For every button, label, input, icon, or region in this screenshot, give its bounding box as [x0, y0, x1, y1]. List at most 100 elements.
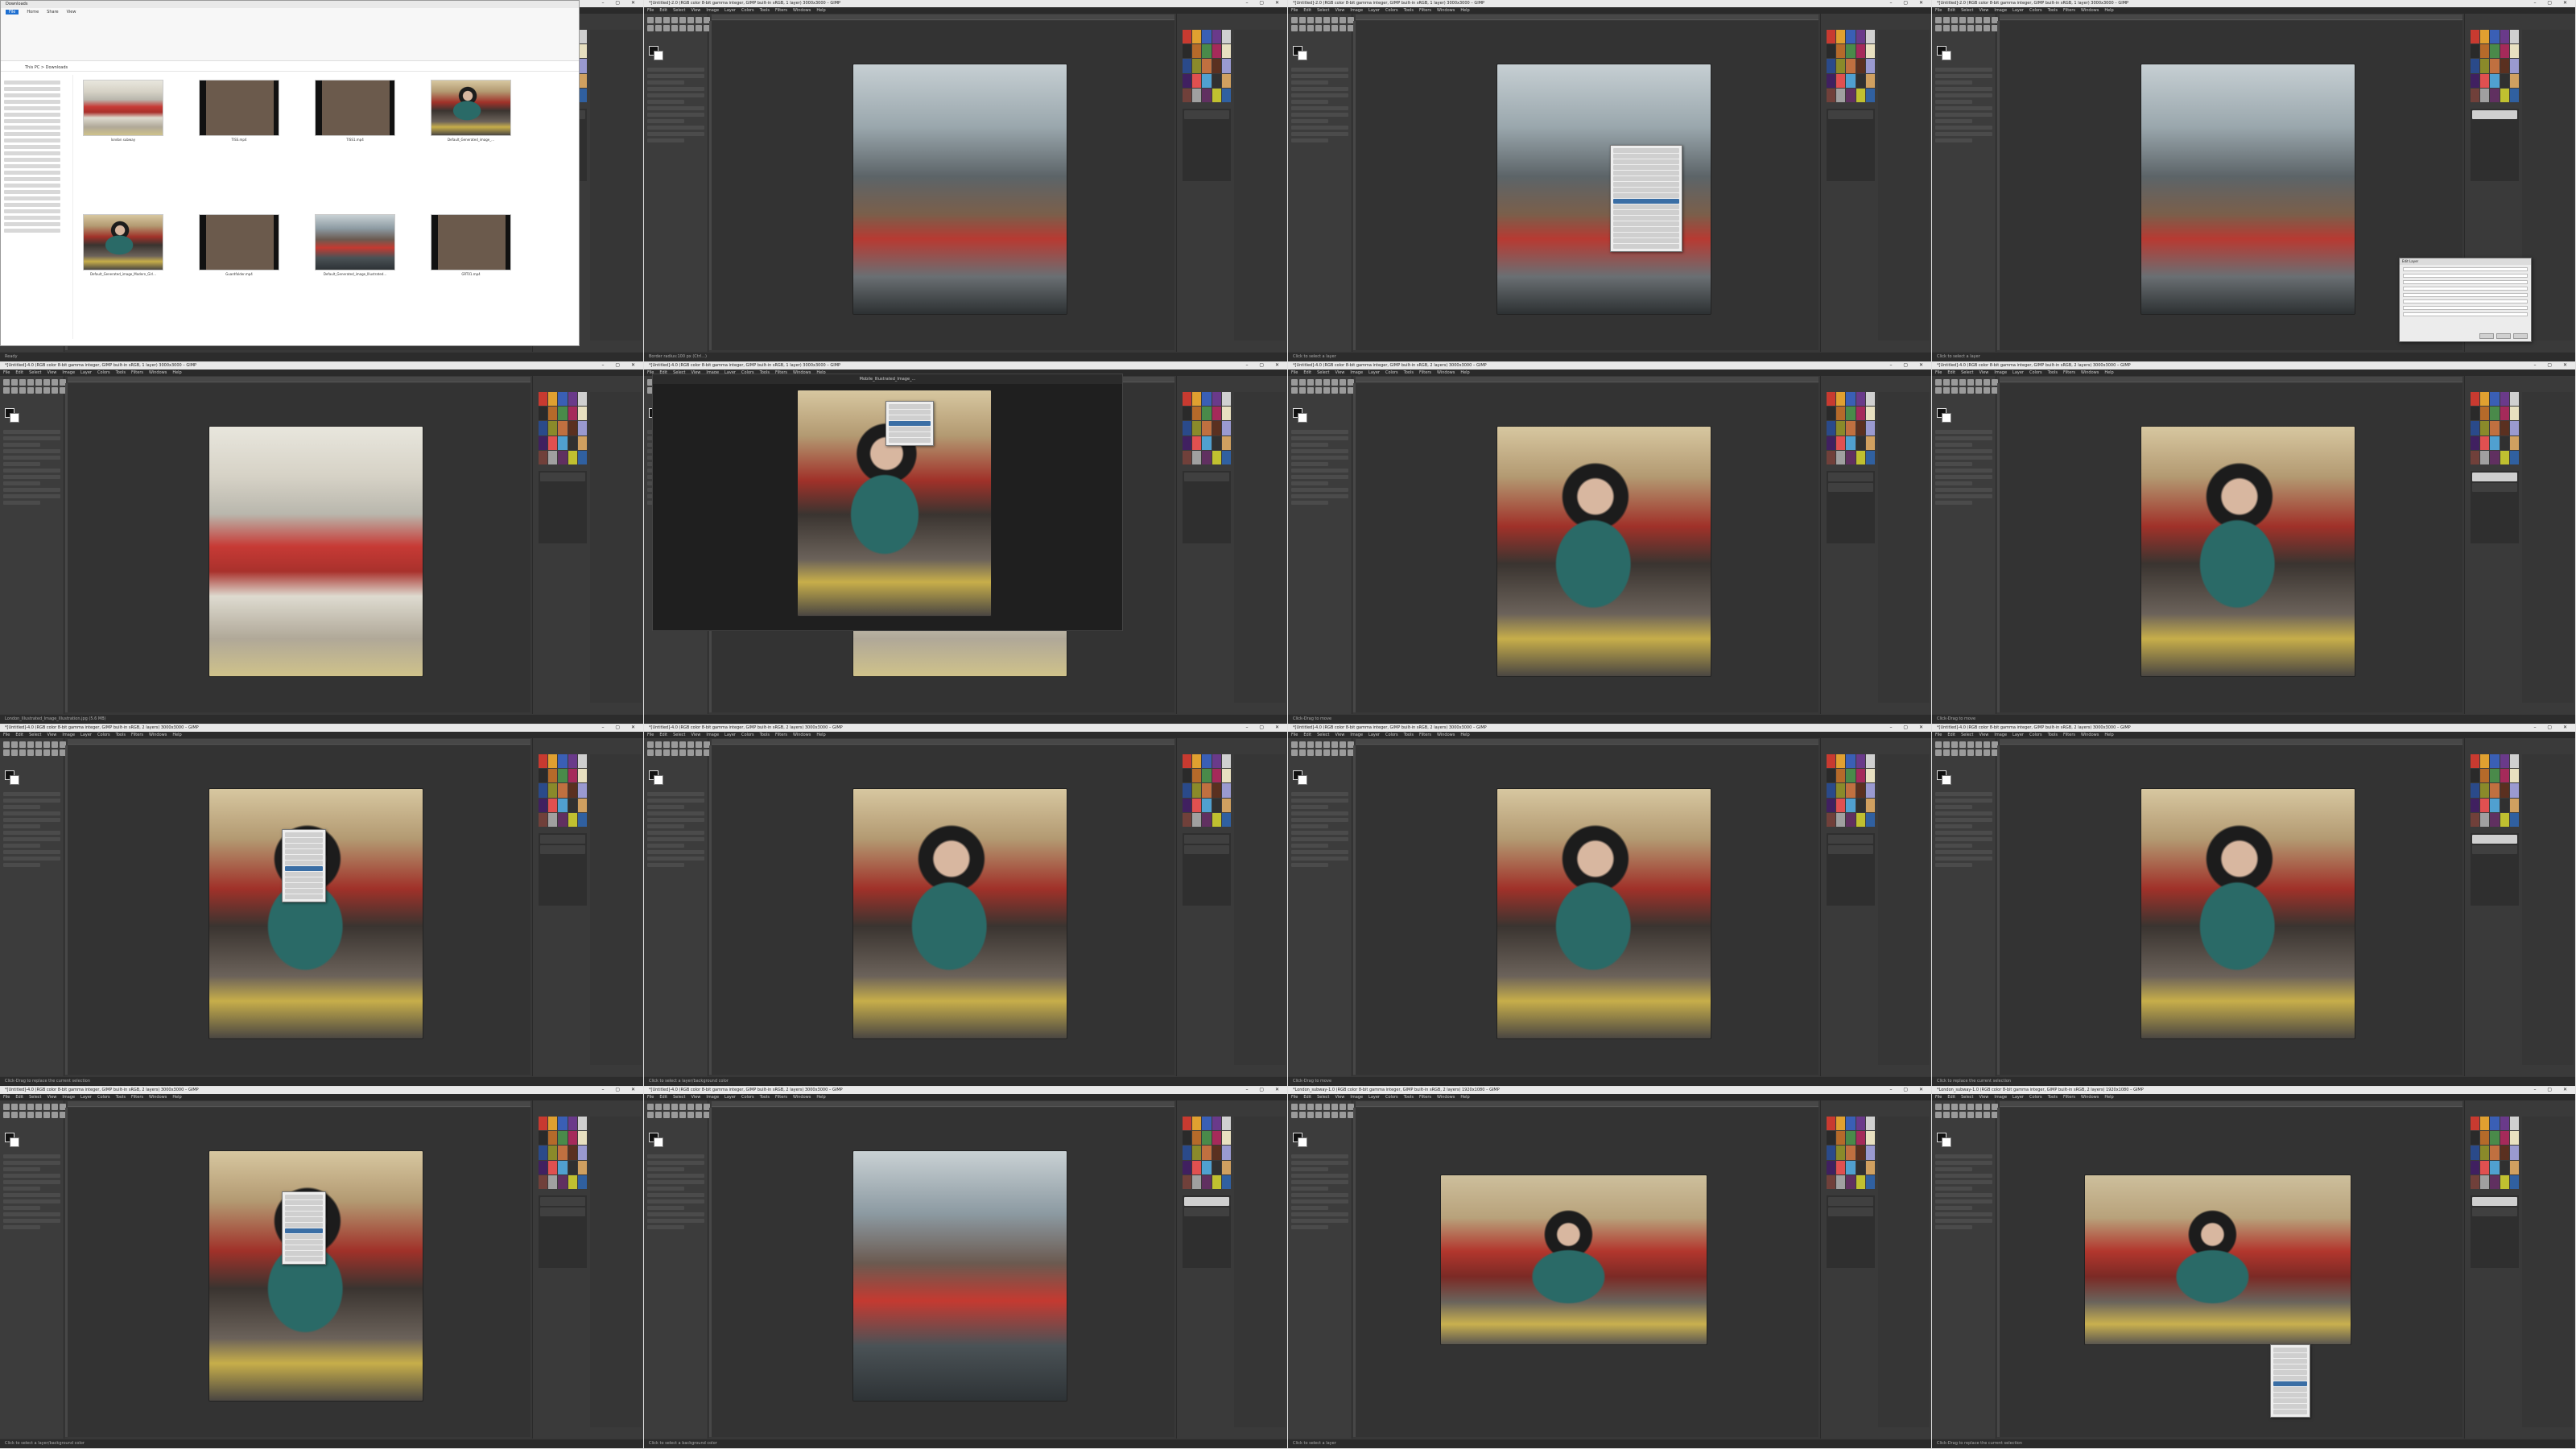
- menu-image[interactable]: Image: [1350, 370, 1363, 375]
- brush-swatch[interactable]: [2471, 88, 2480, 102]
- brush-swatch[interactable]: [1856, 1174, 1865, 1189]
- menu-view[interactable]: View: [691, 733, 701, 737]
- brush-swatch[interactable]: [2500, 769, 2509, 783]
- canvas-image[interactable]: [2085, 1175, 2351, 1344]
- brush-swatch[interactable]: [1865, 421, 1875, 436]
- brush-swatch[interactable]: [539, 1160, 548, 1174]
- menu-tools[interactable]: Tools: [2048, 1095, 2058, 1100]
- menu-image[interactable]: Image: [1994, 733, 2007, 737]
- tool-option-row[interactable]: [647, 837, 704, 841]
- brush-swatch[interactable]: [1183, 1174, 1192, 1189]
- brush-swatch[interactable]: [1865, 88, 1875, 102]
- menu-item[interactable]: [285, 877, 323, 882]
- brush-swatch[interactable]: [2480, 392, 2490, 407]
- brush-swatch[interactable]: [577, 769, 587, 783]
- tool-option-row[interactable]: [647, 1187, 684, 1191]
- tool-option-row[interactable]: [1291, 132, 1348, 136]
- brush-swatch[interactable]: [1212, 1117, 1221, 1131]
- brush-swatch[interactable]: [1192, 1160, 1202, 1174]
- brush-swatch[interactable]: [1865, 798, 1875, 812]
- brush-swatch[interactable]: [2500, 392, 2509, 407]
- tool-icon[interactable]: [3, 379, 10, 386]
- menu-tools[interactable]: Tools: [116, 370, 126, 375]
- brush-swatch[interactable]: [1865, 407, 1875, 421]
- brush-swatch[interactable]: [2500, 812, 2509, 827]
- tool-icon[interactable]: [1935, 387, 1942, 394]
- tool-option-row[interactable]: [647, 811, 704, 815]
- brush-swatch[interactable]: [1856, 1146, 1865, 1160]
- tool-option-row[interactable]: [1291, 119, 1328, 123]
- tool-option-row[interactable]: [1291, 805, 1328, 809]
- tool-icon[interactable]: [1967, 1104, 1974, 1110]
- canvas-image[interactable]: [853, 789, 1067, 1038]
- tool-option-row[interactable]: [3, 481, 40, 485]
- tool-option-row[interactable]: [1935, 1174, 1992, 1178]
- brush-swatch[interactable]: [568, 769, 577, 783]
- brush-swatch[interactable]: [1202, 754, 1212, 769]
- brush-swatch[interactable]: [1212, 1160, 1221, 1174]
- tool-option-row[interactable]: [1291, 850, 1348, 854]
- tool-icon[interactable]: [1315, 17, 1322, 23]
- background-color[interactable]: [1298, 51, 1307, 60]
- background-color[interactable]: [1298, 775, 1307, 785]
- tool-option-row[interactable]: [647, 93, 704, 97]
- tool-icon[interactable]: [696, 17, 702, 23]
- tool-option-row[interactable]: [647, 863, 684, 867]
- brush-swatch[interactable]: [539, 812, 548, 827]
- tool-icon[interactable]: [1323, 1112, 1330, 1118]
- brush-swatch[interactable]: [1836, 1174, 1846, 1189]
- tool-icon[interactable]: [1943, 379, 1950, 386]
- canvas-image[interactable]: [209, 427, 423, 676]
- brush-swatch[interactable]: [2509, 769, 2519, 783]
- canvas-image[interactable]: [853, 1151, 1067, 1401]
- brush-swatch[interactable]: [1827, 59, 1836, 73]
- background-color[interactable]: [654, 1137, 663, 1147]
- menu-help[interactable]: Help: [816, 8, 825, 13]
- brush-swatch[interactable]: [1836, 769, 1846, 783]
- tool-icon[interactable]: [1315, 387, 1322, 394]
- brush-swatch[interactable]: [2480, 1131, 2490, 1146]
- tool-option-row[interactable]: [1291, 1199, 1348, 1203]
- tool-icon[interactable]: [35, 741, 42, 748]
- menu-layer[interactable]: Layer: [80, 1095, 92, 1100]
- tool-option-row[interactable]: [3, 436, 60, 440]
- tool-option-row[interactable]: [647, 1174, 704, 1178]
- tool-icon[interactable]: [27, 741, 34, 748]
- menu-item[interactable]: [285, 1257, 323, 1261]
- tool-icon[interactable]: [1307, 387, 1314, 394]
- tool-icon[interactable]: [655, 1104, 662, 1110]
- menu-layer[interactable]: Layer: [1368, 8, 1380, 13]
- tool-icon[interactable]: [1935, 17, 1942, 23]
- tool-option-row[interactable]: [1935, 1193, 1992, 1197]
- tool-option-row[interactable]: [1291, 462, 1328, 466]
- tool-option-row[interactable]: [3, 837, 60, 841]
- dialog-button[interactable]: [2513, 333, 2528, 339]
- tool-icon[interactable]: [1340, 1104, 1346, 1110]
- brush-swatch[interactable]: [1836, 421, 1846, 436]
- tool-option-row[interactable]: [3, 811, 60, 815]
- tool-icon[interactable]: [1331, 387, 1338, 394]
- tool-icon[interactable]: [663, 741, 670, 748]
- brush-swatch[interactable]: [1202, 1160, 1212, 1174]
- layer-row[interactable]: [1184, 110, 1229, 119]
- menu-tools[interactable]: Tools: [2048, 733, 2058, 737]
- tool-icon[interactable]: [1315, 741, 1322, 748]
- tool-option-row[interactable]: [1291, 792, 1348, 796]
- brush-swatch[interactable]: [568, 392, 577, 407]
- brush-swatch[interactable]: [1202, 1174, 1212, 1189]
- tool-option-row[interactable]: [1291, 430, 1348, 434]
- layer-row[interactable]: [1828, 483, 1873, 492]
- menu-view[interactable]: View: [1979, 370, 1989, 375]
- tool-icon[interactable]: [27, 387, 34, 394]
- tool-icon[interactable]: [1959, 387, 1966, 394]
- brush-swatch[interactable]: [1183, 1160, 1192, 1174]
- tool-option-row[interactable]: [647, 80, 684, 85]
- tool-option-row[interactable]: [647, 1206, 684, 1210]
- tool-option-row[interactable]: [647, 799, 704, 803]
- menu-edit[interactable]: Edit: [1303, 370, 1311, 375]
- brush-swatch[interactable]: [1202, 812, 1212, 827]
- brush-swatch[interactable]: [1202, 73, 1212, 88]
- menu-layer[interactable]: Layer: [80, 370, 92, 375]
- explorer-tab[interactable]: View: [67, 10, 76, 14]
- brush-swatch[interactable]: [1221, 769, 1231, 783]
